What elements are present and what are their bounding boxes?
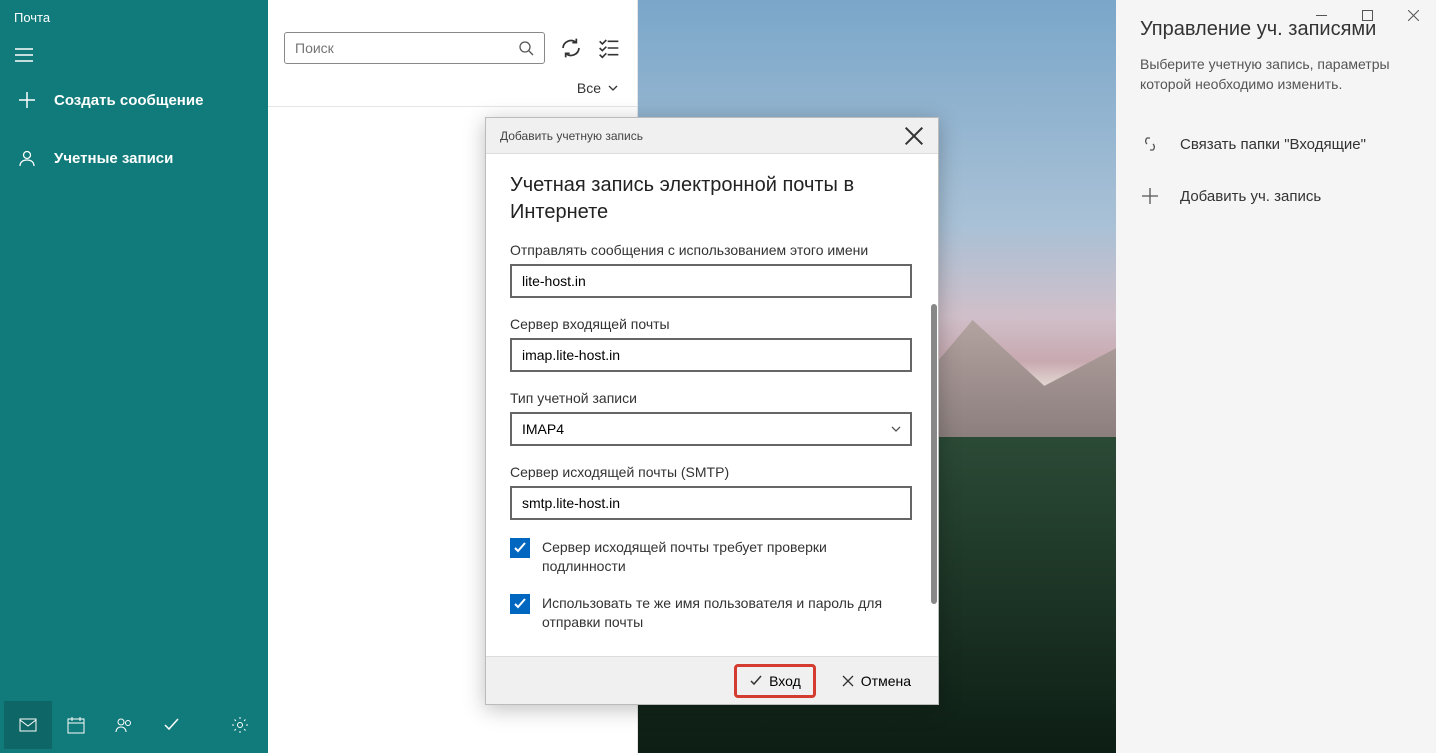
outgoing-server-input[interactable] — [510, 486, 912, 520]
incoming-label: Сервер входящей почты — [510, 316, 912, 332]
close-icon — [841, 674, 855, 688]
dialog-close-button[interactable] — [904, 126, 924, 146]
incoming-server-input[interactable] — [510, 338, 912, 372]
outgoing-label: Сервер исходящей почты (SMTP) — [510, 464, 912, 480]
gear-icon — [231, 716, 249, 734]
mail-icon — [19, 716, 37, 734]
signin-button[interactable]: Вход — [734, 664, 816, 698]
dialog-titlebar: Добавить учетную запись — [486, 118, 938, 154]
mail-tab[interactable] — [4, 701, 52, 749]
select-mode-button[interactable] — [597, 36, 621, 60]
checkmark-icon — [513, 597, 527, 611]
dialog-scrollbar[interactable] — [931, 304, 937, 604]
cancel-label: Отмена — [861, 673, 911, 689]
link-inboxes-button[interactable]: Связать папки "Входящие" — [1116, 118, 1436, 170]
chevron-down-icon — [607, 82, 619, 94]
minimize-button[interactable] — [1298, 0, 1344, 30]
filter-label: Все — [577, 80, 601, 96]
link-icon — [1140, 134, 1160, 154]
search-input[interactable] — [295, 40, 518, 56]
close-icon — [1408, 10, 1419, 21]
checkmark-icon — [749, 674, 763, 688]
account-type-select[interactable] — [510, 412, 912, 446]
send-name-label: Отправлять сообщения с использованием эт… — [510, 242, 912, 258]
add-account-label: Добавить уч. запись — [1180, 188, 1321, 205]
signin-label: Вход — [769, 673, 801, 689]
dialog-body[interactable]: Учетная запись электронной почты в Интер… — [510, 172, 914, 650]
plus-icon — [1140, 186, 1160, 206]
close-window-button[interactable] — [1390, 0, 1436, 30]
checkmark-icon — [513, 541, 527, 555]
dialog-heading: Учетная запись электронной почты в Интер… — [510, 172, 912, 226]
accounts-label: Учетные записи — [54, 150, 173, 167]
person-icon — [18, 149, 36, 167]
outgoing-auth-label: Сервер исходящей почты требует проверки … — [542, 538, 912, 576]
account-type-label: Тип учетной записи — [510, 390, 912, 406]
select-icon — [597, 36, 621, 60]
add-account-dialog: Добавить учетную запись Учетная запись э… — [485, 117, 939, 705]
outgoing-auth-checkbox[interactable] — [510, 538, 530, 558]
maximize-icon — [1362, 10, 1373, 21]
sync-button[interactable] — [559, 36, 583, 60]
filter-dropdown[interactable]: Все — [268, 74, 637, 107]
window-controls — [1298, 0, 1436, 30]
send-name-input[interactable] — [510, 264, 912, 298]
app-title: Почта — [0, 0, 268, 31]
calendar-icon — [67, 716, 85, 734]
add-account-button[interactable]: Добавить уч. запись — [1116, 170, 1436, 222]
same-creds-checkbox[interactable] — [510, 594, 530, 614]
close-icon — [904, 126, 924, 146]
maximize-button[interactable] — [1344, 0, 1390, 30]
sidebar-bottom-bar — [0, 701, 268, 753]
compose-button[interactable]: Создать сообщение — [0, 79, 268, 121]
hamburger-icon — [15, 48, 33, 62]
accounts-panel-subtitle: Выберите учетную запись, параметры котор… — [1116, 55, 1436, 118]
settings-button[interactable] — [216, 701, 264, 749]
accounts-nav[interactable]: Учетные записи — [0, 137, 268, 179]
cancel-button[interactable]: Отмена — [828, 666, 924, 696]
accounts-panel: Управление уч. записями Выберите учетную… — [1116, 0, 1436, 753]
todo-tab[interactable] — [148, 701, 196, 749]
dialog-footer: Вход Отмена — [486, 656, 938, 704]
sidebar: Почта Создать сообщение Учетные записи — [0, 0, 268, 753]
plus-icon — [18, 91, 36, 109]
link-inboxes-label: Связать папки "Входящие" — [1180, 136, 1366, 153]
compose-label: Создать сообщение — [54, 92, 203, 109]
people-icon — [115, 716, 133, 734]
minimize-icon — [1316, 10, 1327, 21]
sync-icon — [559, 36, 583, 60]
people-tab[interactable] — [100, 701, 148, 749]
dialog-title: Добавить учетную запись — [500, 129, 643, 143]
search-box[interactable] — [284, 32, 545, 64]
hamburger-button[interactable] — [0, 31, 48, 79]
calendar-tab[interactable] — [52, 701, 100, 749]
same-creds-label: Использовать те же имя пользователя и па… — [542, 594, 912, 632]
search-icon — [518, 40, 534, 56]
check-icon — [163, 716, 181, 734]
